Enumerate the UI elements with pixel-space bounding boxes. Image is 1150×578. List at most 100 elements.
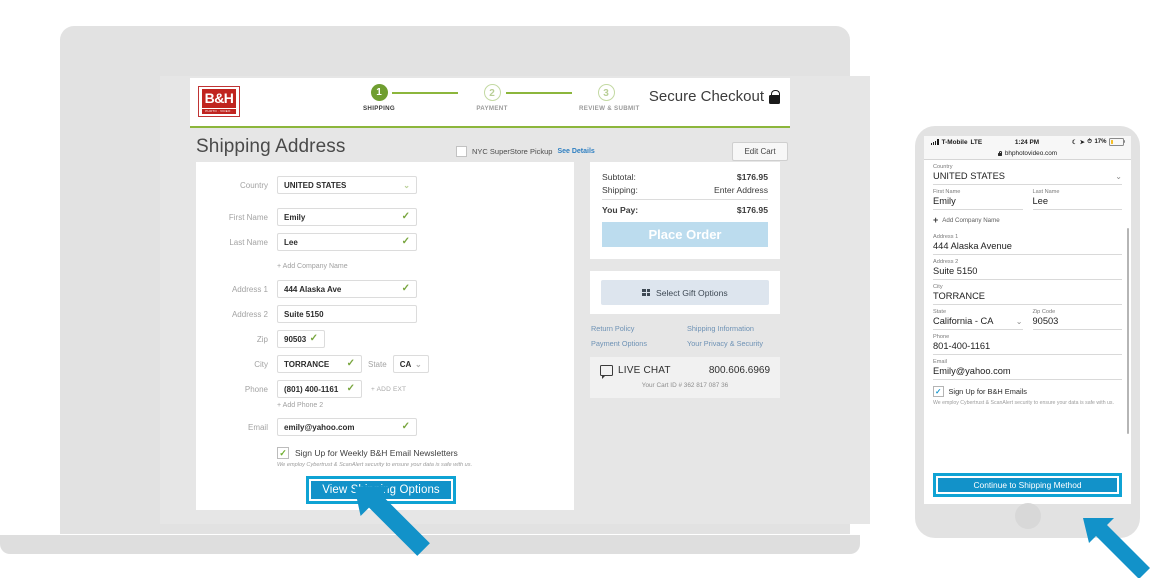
add-company-name-link[interactable]: + Add Company Name [277,263,348,270]
bh-logo-text: B&H [202,88,236,108]
country-label: Country [239,180,268,190]
order-totals-card: Subtotal: $176.95 Shipping: Enter Addres… [590,162,780,259]
valid-check-icon: ✓ [401,211,410,222]
step-shipping[interactable]: 1 SHIPPING [352,84,406,112]
newsletter-signup-option[interactable]: ✓ Sign Up for Weekly B&H Email Newslette… [277,447,458,459]
see-details-link[interactable]: See Details [557,148,594,155]
continue-to-shipping-method-button[interactable]: Continue to Shipping Method [938,478,1117,492]
link-privacy-security[interactable]: Your Privacy & Security [687,339,779,348]
valid-check-icon: ✓ [346,358,355,369]
city-input[interactable]: TORRANCE ✓ [277,355,362,373]
mobile-add-company-link[interactable]: + Add Company Name [933,210,1122,230]
phone-input[interactable]: (801) 400-1161 ✓ [277,380,362,398]
valid-check-icon: ✓ [309,333,318,344]
address1-input[interactable]: 444 Alaska Ave ✓ [277,280,417,298]
step-shipping-label: SHIPPING [363,105,395,112]
add-ext-link[interactable]: + ADD EXT [371,386,406,393]
mobile-address1-value: 444 Alaska Avenue [933,241,1012,251]
link-return-policy[interactable]: Return Policy [591,324,683,333]
mobile-add-company-label: Add Company Name [942,217,1000,224]
last-name-value: Lee [284,237,298,247]
add-phone2-link[interactable]: + Add Phone 2 [277,402,323,409]
network-type: LTE [970,138,983,146]
laptop-device: B&H PHOTO · VIDEO · PRO AUDIO 1 SHIPPING… [60,26,870,534]
zip-input[interactable]: 90503 ✓ [277,330,325,348]
lock-icon [769,89,780,104]
mobile-city-field[interactable]: City TORRANCE [933,280,1122,305]
last-name-input[interactable]: Lee ✓ [277,233,417,251]
select-gift-options-button[interactable]: Select Gift Options [601,280,769,305]
mobile-state-zip-row: State California - CA ⌄ Zip Code 90503 [933,305,1122,330]
address2-label: Address 2 [231,309,268,319]
address2-input[interactable]: Suite 5150 [277,305,417,323]
phone-home-button[interactable] [1014,503,1041,529]
subtotal-row: Subtotal: $176.95 [602,172,768,182]
bh-logo[interactable]: B&H PHOTO · VIDEO · PRO AUDIO [198,86,240,117]
country-select[interactable]: UNITED STATES ⌄ [277,176,417,194]
battery-percent: 17% [1094,139,1107,145]
status-time: 1:24 PM [1014,138,1040,146]
phone-scrollbar[interactable] [1127,228,1129,434]
mobile-zip-field[interactable]: Zip Code 90503 [1032,305,1122,330]
subtotal-value: $176.95 [736,172,768,182]
shipping-value: Enter Address [714,185,768,195]
mobile-address2-field[interactable]: Address 2 Suite 5150 [933,255,1122,280]
mobile-state-label: State [933,309,947,315]
first-name-input[interactable]: Emily ✓ [277,208,417,226]
alarm-icon: ⏱ [1087,138,1092,145]
mobile-email-field[interactable]: Email Emily@yahoo.com [933,355,1122,380]
step-review-label: REVIEW & SUBMIT [579,105,640,112]
gift-options-card: Select Gift Options [590,271,780,314]
desktop-cursor-arrow [354,486,430,556]
mobile-country-value: UNITED STATES [933,171,1005,181]
place-order-button[interactable]: Place Order [602,222,768,247]
mobile-newsletter-checkbox[interactable]: ✓ [933,386,944,397]
state-label: State [368,359,387,369]
desktop-checkout-page: B&H PHOTO · VIDEO · PRO AUDIO 1 SHIPPING… [190,76,790,524]
live-chat-button[interactable]: LIVE CHAT [600,365,671,379]
state-select[interactable]: CA ⌄ [392,355,429,373]
country-value: UNITED STATES [284,180,347,190]
mobile-state-value: California - CA [933,316,994,326]
you-pay-label: You Pay: [602,205,639,215]
mobile-first-name-value: Emily [933,196,956,206]
mobile-city-label: City [933,284,943,290]
link-shipping-information[interactable]: Shipping Information [687,324,779,333]
mobile-first-name-field[interactable]: First Name Emily [933,185,1023,210]
laptop-screen: B&H PHOTO · VIDEO · PRO AUDIO 1 SHIPPING… [160,76,870,524]
select-gift-options-label: Select Gift Options [656,287,728,298]
superstore-pickup-checkbox[interactable] [456,146,467,157]
superstore-pickup-option[interactable]: NYC SuperStore Pickup See Details [456,146,595,157]
mobile-phone-field[interactable]: Phone 801-400-1161 [933,330,1122,355]
security-disclaimer: We employ Cybertrust & ScanAlert securit… [277,462,473,468]
edit-cart-button[interactable]: Edit Cart [732,142,788,161]
shipping-address-form: Country UNITED STATES ⌄ First Name Emily… [196,162,574,510]
newsletter-checkbox[interactable]: ✓ [277,447,289,459]
mobile-country-field[interactable]: Country UNITED STATES ⌄ [933,160,1122,185]
battery-icon [1108,137,1126,147]
footer-links: Return Policy Shipping Information Payme… [590,324,780,348]
mobile-state-field[interactable]: State California - CA ⌄ [933,305,1023,330]
mobile-phone-value: 801-400-1161 [933,341,991,351]
step-payment[interactable]: 2 PAYMENT [465,84,519,112]
moon-icon: ☾ [1071,139,1078,146]
mobile-zip-label: Zip Code [1032,309,1056,315]
valid-check-icon: ✓ [346,383,355,394]
link-payment-options[interactable]: Payment Options [591,339,683,348]
phone-url-bar[interactable]: bhphotovideo.com [924,148,1131,160]
zip-label: Zip [256,334,268,344]
support-phone-number[interactable]: 800.606.6969 [709,365,770,376]
phone-screen: T-Mobile LTE 1:24 PM ☾ ➤ ⏱ 17% bhphotovi… [924,136,1131,504]
mobile-zip-value: 90503 [1032,316,1059,326]
email-input[interactable]: emily@yahoo.com ✓ [277,418,417,436]
mobile-last-name-field[interactable]: Last Name Lee [1032,185,1122,210]
page-title: Shipping Address [196,136,346,157]
chat-bubble-icon [600,365,613,379]
email-value: emily@yahoo.com [284,422,355,432]
mobile-newsletter-option[interactable]: ✓ Sign Up for B&H Emails [933,380,1122,399]
signal-bars-icon [931,139,939,145]
step-review[interactable]: 3 REVIEW & SUBMIT [579,84,640,112]
mobile-name-row: First Name Emily Last Name Lee [933,185,1122,210]
status-right: ☾ ➤ ⏱ 17% [1071,137,1126,147]
mobile-address1-field[interactable]: Address 1 444 Alaska Avenue [933,230,1122,255]
